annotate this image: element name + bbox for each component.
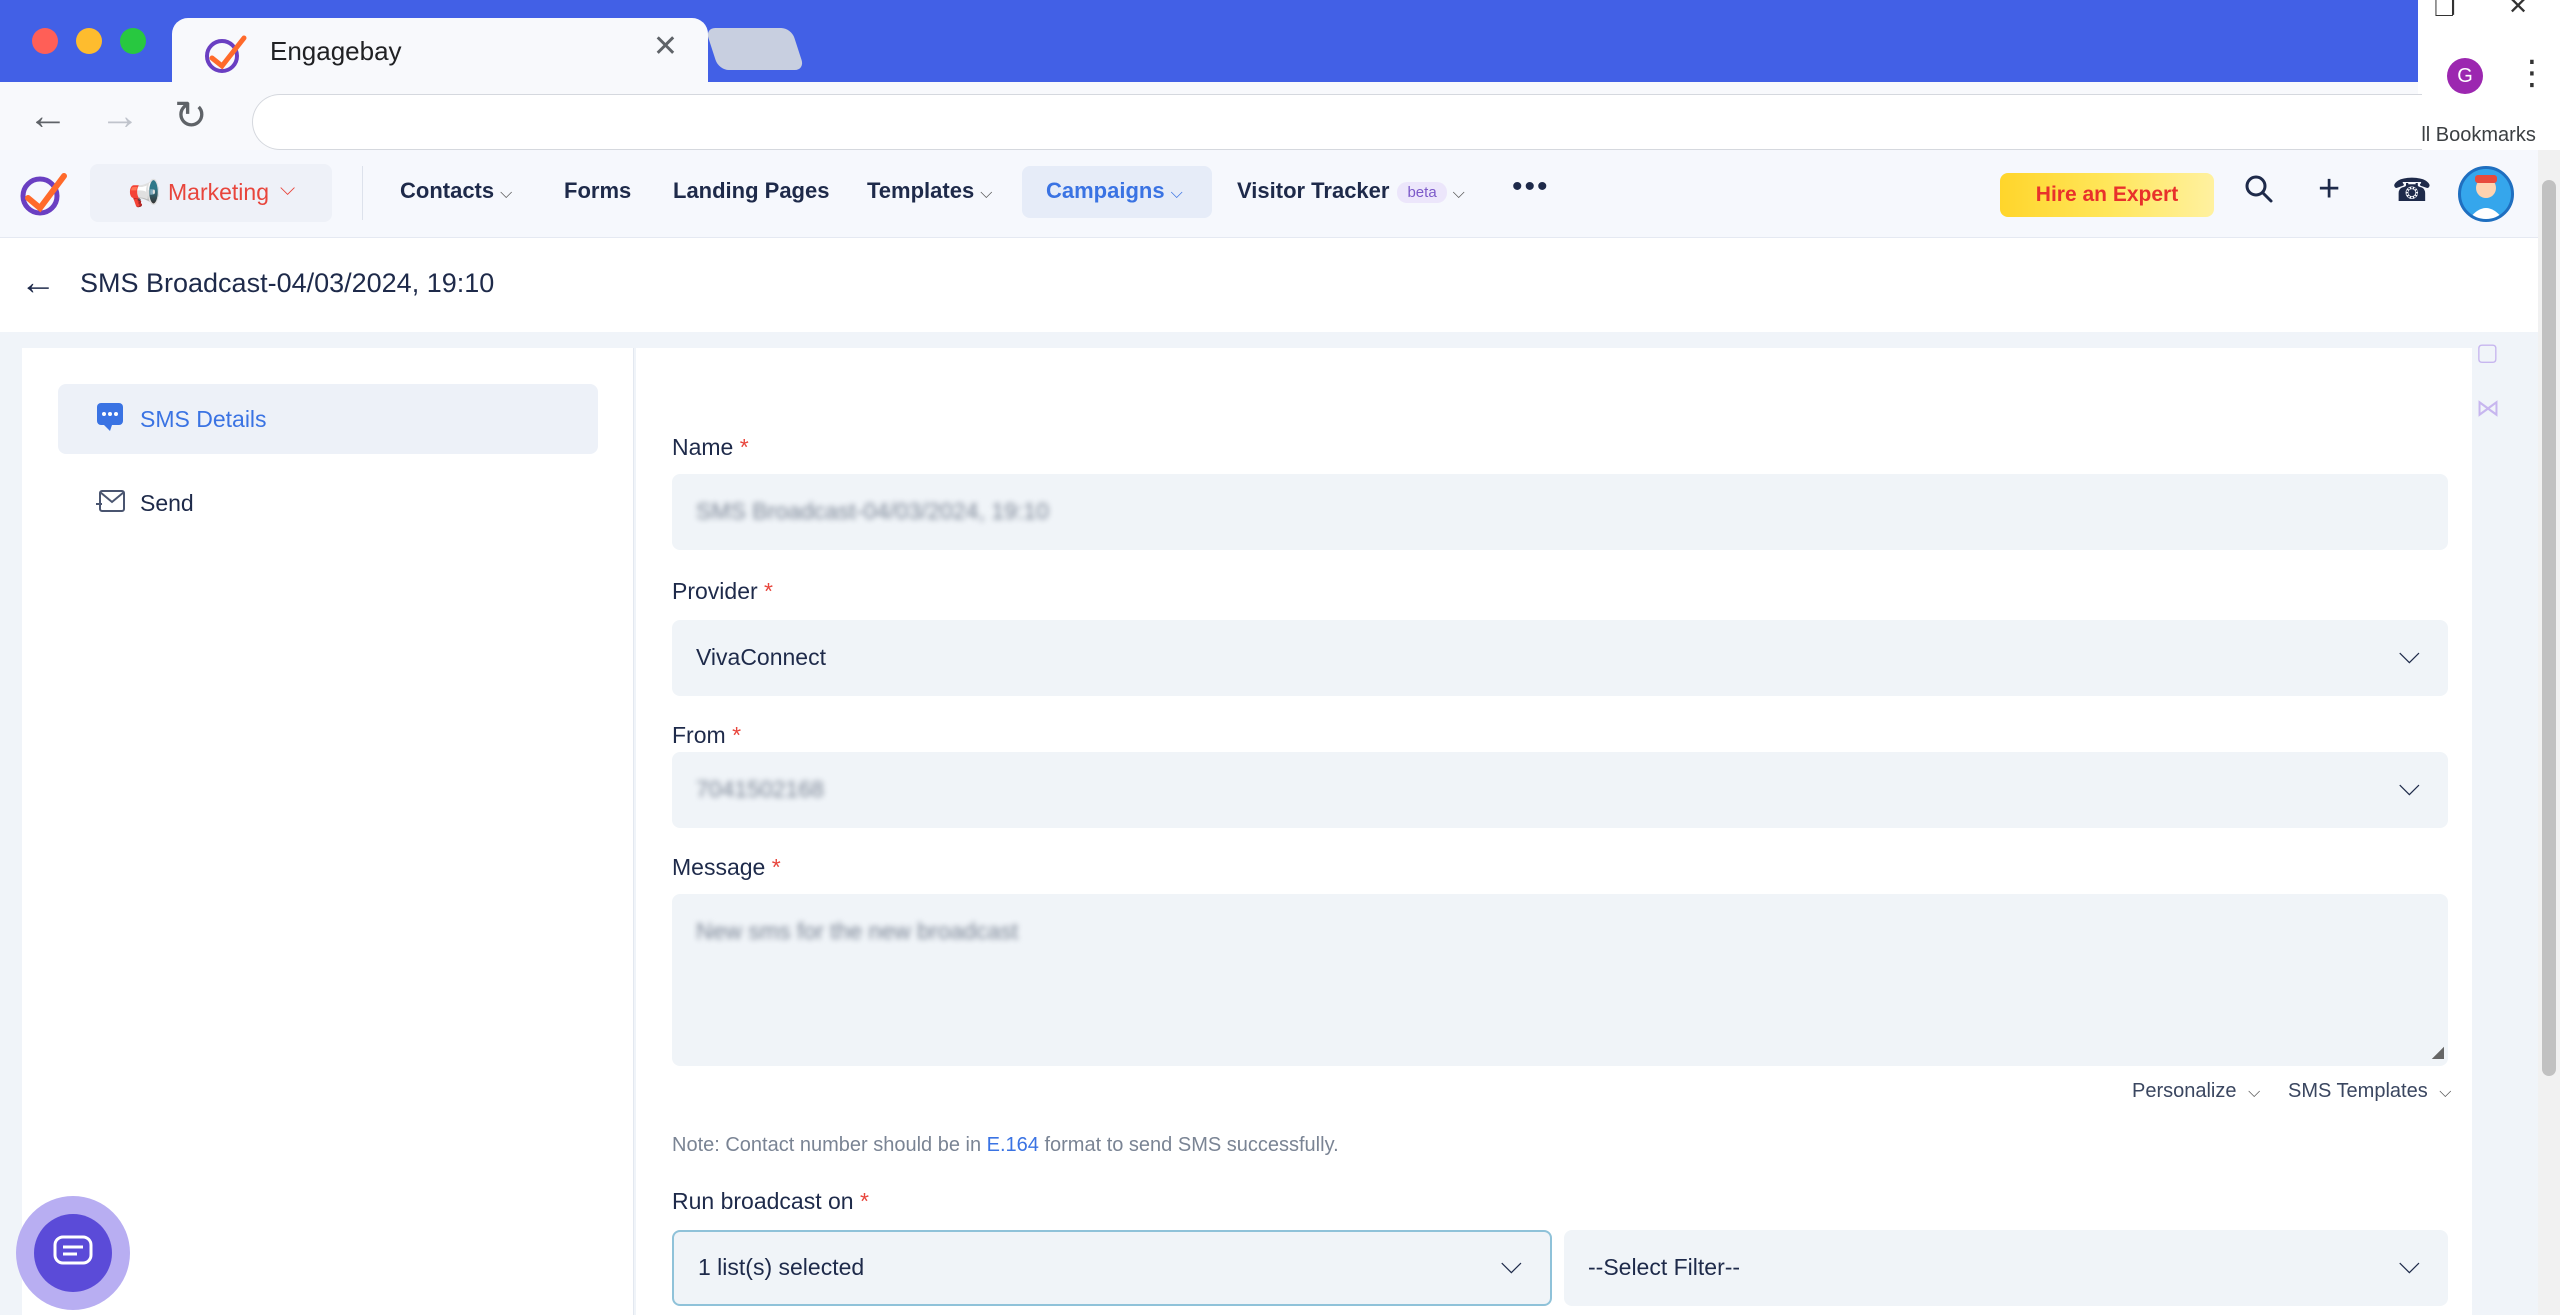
- restore-window-icon[interactable]: ❐: [2434, 0, 2456, 23]
- chevron-down-icon: ⌵: [1170, 185, 1183, 202]
- chat-widget-button[interactable]: [16, 1196, 130, 1310]
- name-label: Name *: [672, 434, 749, 460]
- search-icon[interactable]: [2244, 174, 2274, 209]
- hire-an-expert-button[interactable]: Hire an Expert: [2000, 173, 2214, 217]
- nav-divider: [362, 166, 363, 220]
- forward-arrow-icon[interactable]: →: [100, 96, 140, 136]
- back-arrow-icon[interactable]: ←: [20, 264, 56, 300]
- send-mail-icon: [96, 488, 126, 521]
- message-value: New sms for the new broadcast: [696, 918, 1019, 944]
- name-input[interactable]: SMS Broadcast-04/03/2024, 19:10: [672, 474, 2448, 550]
- user-avatar[interactable]: [2458, 166, 2514, 222]
- phone-icon[interactable]: ☎: [2392, 174, 2432, 206]
- chevron-down-icon: ⌵: [2398, 770, 2420, 801]
- nav-landing-pages[interactable]: Landing Pages: [673, 178, 829, 204]
- personalize-dropdown[interactable]: Personalize ⌵: [2132, 1080, 2260, 1103]
- nav-campaigns[interactable]: Campaigns ⌵: [1046, 178, 1183, 204]
- chevron-down-icon: ⌵: [2398, 638, 2420, 669]
- scrollbar-thumb[interactable]: [2542, 180, 2556, 1076]
- nav-templates[interactable]: Templates ⌵: [867, 178, 992, 204]
- message-label: Message *: [672, 854, 781, 880]
- message-textarea[interactable]: New sms for the new broadcast ◢: [672, 894, 2448, 1066]
- from-label: From *: [672, 722, 742, 748]
- e164-link[interactable]: E.164: [987, 1134, 1039, 1156]
- chevron-down-icon: ⌵: [2439, 1084, 2452, 1101]
- filter-value: --Select Filter--: [1588, 1254, 1741, 1280]
- maximize-window-button[interactable]: [120, 28, 146, 54]
- beta-badge: beta: [1397, 181, 1447, 203]
- sidebar-item-label[interactable]: Send: [140, 490, 194, 517]
- chat-icon: [34, 1214, 112, 1292]
- share-icon[interactable]: ⋈: [2476, 394, 2500, 423]
- document-icon[interactable]: ▢: [2476, 338, 2499, 367]
- sidebar-item-label[interactable]: SMS Details: [140, 406, 267, 433]
- from-select[interactable]: 7041502168 ⌵: [672, 752, 2448, 828]
- back-arrow-icon[interactable]: ←: [28, 96, 68, 136]
- marketing-menu[interactable]: 📢 Marketing ⌵: [90, 164, 332, 222]
- nav-visitor-tracker[interactable]: Visitor Tracker beta ⌵: [1237, 178, 1465, 204]
- minimize-window-button[interactable]: [76, 28, 102, 54]
- chevron-down-icon: ⌵: [1452, 185, 1465, 202]
- tab-close-icon[interactable]: ✕: [653, 32, 678, 62]
- close-window-button[interactable]: [32, 28, 58, 54]
- new-tab-button[interactable]: [705, 28, 805, 70]
- profile-avatar[interactable]: G: [2447, 58, 2483, 94]
- chevron-down-icon: ⌵: [500, 185, 513, 202]
- browser-menu-icon[interactable]: ⋮: [2515, 56, 2549, 90]
- run-broadcast-label: Run broadcast on *: [672, 1188, 869, 1214]
- provider-value: VivaConnect: [696, 644, 826, 670]
- chevron-down-icon: ⌵: [280, 178, 296, 200]
- list-value: 1 list(s) selected: [698, 1254, 865, 1280]
- chevron-down-icon: ⌵: [2398, 1248, 2420, 1279]
- engagebay-logo-icon: [205, 35, 247, 73]
- note-text: Note: Contact number should be in E.164 …: [672, 1134, 1339, 1156]
- tab-title: Engagebay: [270, 36, 402, 66]
- nav-forms[interactable]: Forms: [564, 178, 631, 204]
- name-value: SMS Broadcast-04/03/2024, 19:10: [696, 498, 1049, 524]
- close-icon[interactable]: ✕: [2508, 0, 2528, 21]
- add-icon[interactable]: +: [2318, 170, 2340, 208]
- megaphone-icon: 📢: [128, 178, 161, 208]
- provider-select[interactable]: VivaConnect ⌵: [672, 620, 2448, 696]
- browser-tab[interactable]: Engagebay ✕: [172, 18, 708, 82]
- filter-select[interactable]: --Select Filter-- ⌵: [1564, 1230, 2448, 1306]
- chat-bubble-icon: [96, 402, 124, 439]
- chevron-down-icon: ⌵: [1500, 1248, 1522, 1279]
- from-value: 7041502168: [696, 776, 824, 802]
- sidebar-item-sms-details[interactable]: [58, 384, 598, 454]
- chevron-down-icon: ⌵: [980, 185, 993, 202]
- reload-icon[interactable]: ↻: [174, 96, 208, 136]
- sms-templates-dropdown[interactable]: SMS Templates ⌵: [2288, 1080, 2451, 1103]
- provider-label: Provider *: [672, 578, 773, 604]
- address-bar[interactable]: [252, 94, 2422, 150]
- chevron-down-icon: ⌵: [2248, 1084, 2261, 1101]
- nav-contacts[interactable]: Contacts ⌵: [400, 178, 512, 204]
- marketing-label: Marketing: [168, 179, 269, 205]
- page-title: SMS Broadcast-04/03/2024, 19:10: [80, 268, 495, 298]
- resize-handle-icon[interactable]: ◢: [2432, 1042, 2444, 1062]
- more-menu-icon[interactable]: •••: [1512, 170, 1550, 204]
- list-select[interactable]: 1 list(s) selected ⌵: [672, 1230, 1552, 1306]
- all-bookmarks[interactable]: All Bookmarks: [2408, 124, 2536, 147]
- page-scrollbar[interactable]: [2538, 150, 2560, 1315]
- engagebay-app-logo-icon[interactable]: [18, 168, 68, 218]
